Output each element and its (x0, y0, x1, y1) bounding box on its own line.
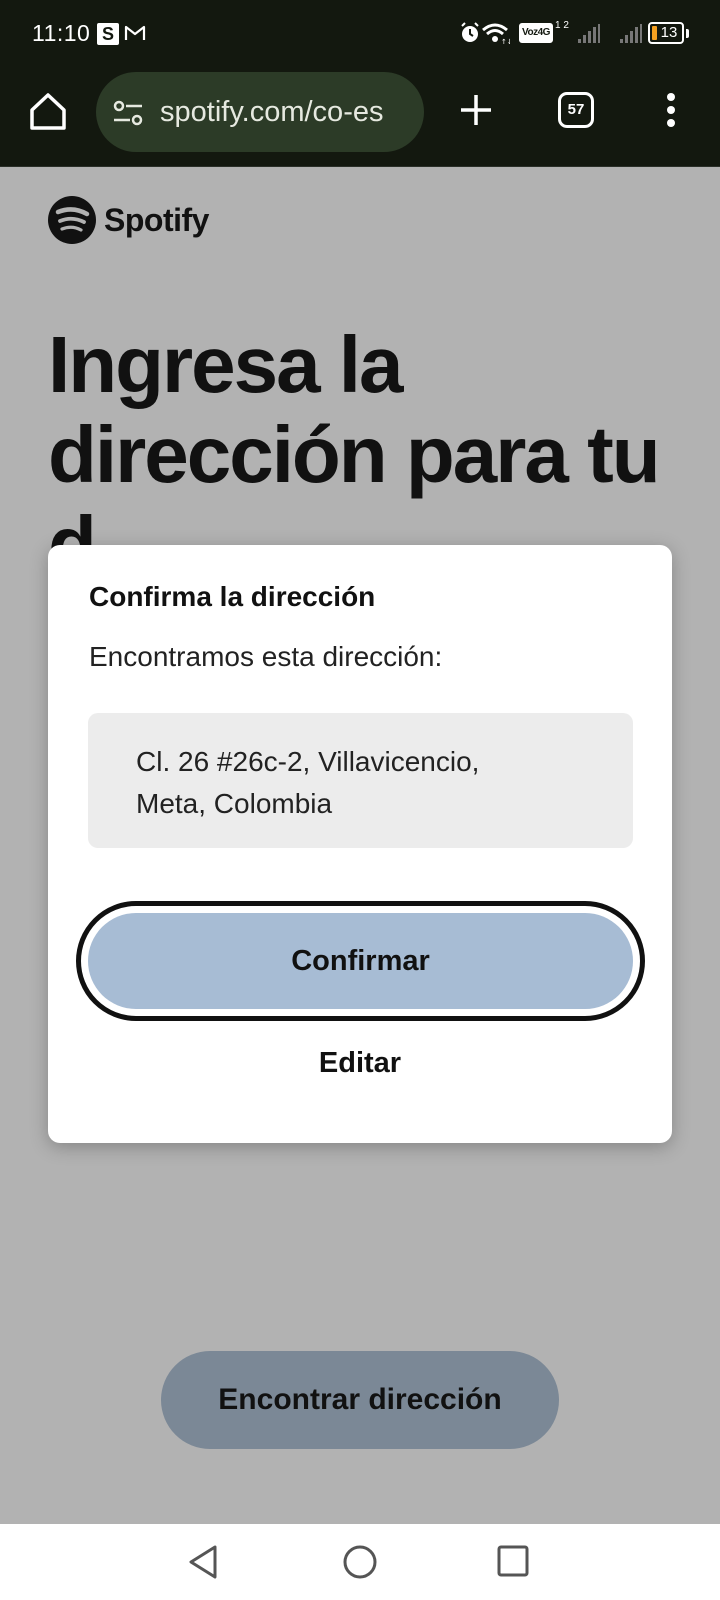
url-text[interactable]: spotify.com/co-es (160, 94, 412, 130)
more-vert-icon (667, 93, 675, 127)
battery-tip (686, 29, 689, 38)
recents-square-icon (497, 1545, 529, 1577)
home-button[interactable] (26, 90, 70, 134)
signal-sim1-icon (577, 24, 601, 49)
back-triangle-icon (189, 1545, 217, 1579)
address-box: Cl. 26 #26c-2, Villavicencio, Meta, Colo… (88, 713, 633, 848)
signal-sim2-icon (619, 24, 643, 49)
address-line-1: Cl. 26 #26c-2, Villavicencio, (136, 746, 480, 777)
recents-button[interactable] (496, 1544, 530, 1583)
volte-badge: Voz4G (519, 23, 553, 43)
back-button[interactable] (187, 1544, 219, 1585)
status-bar: 11:10 S ↑↓ Voz4G 1 2 13 (0, 0, 720, 68)
home-nav-button[interactable] (342, 1544, 378, 1585)
tab-switcher-button[interactable]: 57 (558, 92, 594, 128)
dialog-message: Encontramos esta dirección: (89, 641, 443, 672)
address-line-2: Meta, Colombia (136, 788, 333, 819)
battery-icon: 13 (648, 22, 684, 44)
home-icon (30, 93, 66, 130)
confirm-address-dialog: Confirma la dirección Encontramos esta d… (48, 545, 672, 1143)
confirm-button[interactable]: Confirmar (88, 913, 633, 1009)
spotify-logo[interactable]: Spotify (48, 196, 209, 244)
gmail-icon (124, 24, 146, 47)
status-time: 11:10 (32, 20, 91, 46)
system-nav-bar (0, 1524, 720, 1600)
url-bar[interactable]: spotify.com/co-es (96, 72, 424, 152)
s-notification-icon: S (97, 23, 119, 45)
home-circle-icon (343, 1545, 377, 1579)
alarm-icon (460, 22, 480, 49)
wifi-icon: ↑↓ (480, 22, 513, 49)
spotify-wordmark: Spotify (104, 201, 209, 238)
spotify-icon (48, 196, 96, 244)
new-tab-button[interactable] (456, 90, 496, 130)
site-settings-icon[interactable] (112, 98, 144, 133)
svg-text:↑↓: ↑↓ (501, 38, 510, 44)
sim-indicator: 1 2 (555, 20, 569, 31)
dialog-title: Confirma la dirección (89, 581, 376, 612)
edit-button[interactable]: Editar (260, 1035, 460, 1091)
browser-menu-button[interactable] (656, 90, 686, 130)
plus-icon (461, 95, 491, 125)
find-address-button[interactable]: Encontrar dirección (161, 1351, 559, 1449)
battery-level: 13 (660, 24, 678, 41)
browser-toolbar: spotify.com/co-es 57 (0, 68, 720, 167)
